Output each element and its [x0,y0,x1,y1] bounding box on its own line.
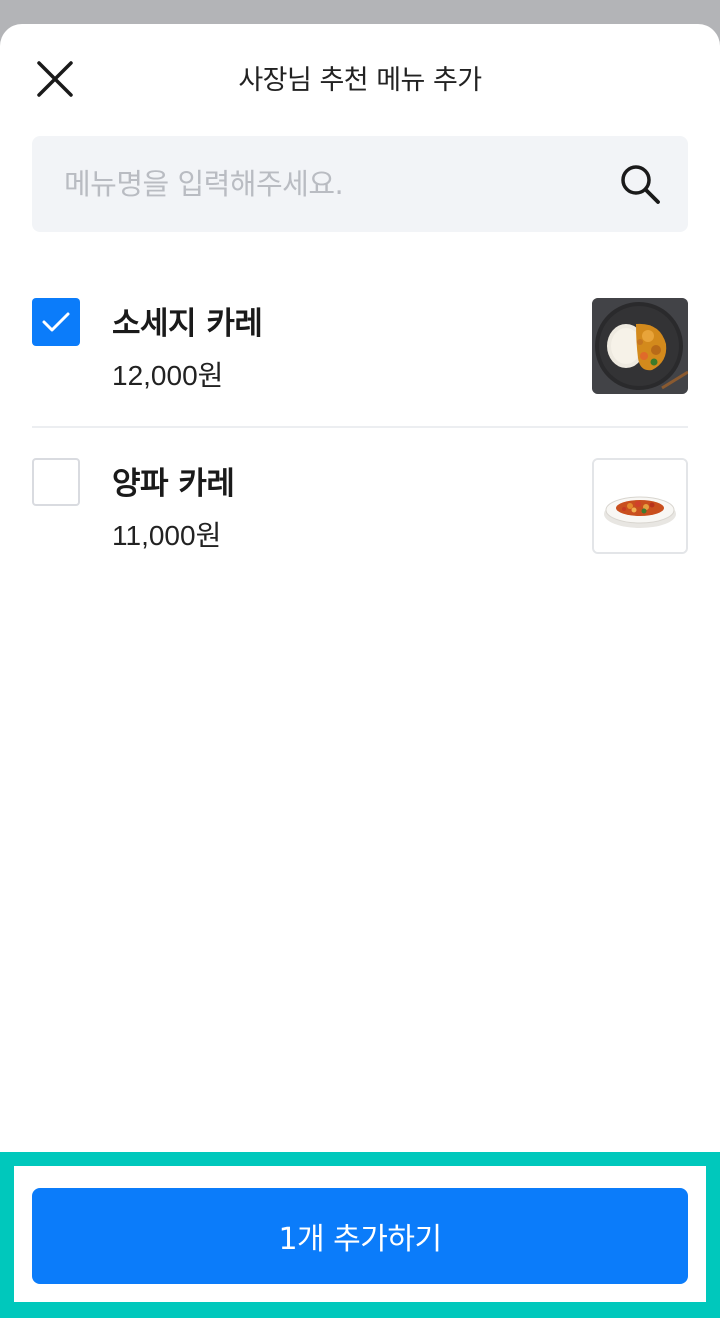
search-icon[interactable] [618,162,662,206]
bottom-sheet: 사장님 추천 메뉴 추가 소세지 카레 12,000원 [0,24,720,1318]
page-title: 사장님 추천 메뉴 추가 [238,65,482,96]
menu-item-thumbnail [592,298,688,394]
curry-plate-image [592,298,688,394]
menu-item-price: 12,000원 [112,360,224,391]
check-icon [42,312,70,332]
menu-checkbox-unchecked[interactable] [32,458,80,506]
menu-item-name: 양파 카레 [112,466,235,502]
menu-item-price: 11,000원 [112,520,222,551]
footer-highlight: 1개 추가하기 [0,1152,720,1318]
list-item[interactable]: 소세지 카레 12,000원 [32,272,688,428]
footer: 1개 추가하기 [14,1166,706,1302]
list-item[interactable]: 양파 카레 11,000원 [32,428,688,588]
menu-checkbox-checked[interactable] [32,298,80,346]
menu-item-thumbnail [592,458,688,554]
curry-bowl-image [594,460,686,552]
search-bar [32,136,688,232]
menu-item-name: 소세지 카레 [112,306,263,342]
add-selected-button[interactable]: 1개 추가하기 [32,1188,688,1284]
sheet-header: 사장님 추천 메뉴 추가 [0,24,720,134]
search-input[interactable] [64,136,604,232]
menu-list: 소세지 카레 12,000원 양파 카레 11,000원 [32,272,688,588]
